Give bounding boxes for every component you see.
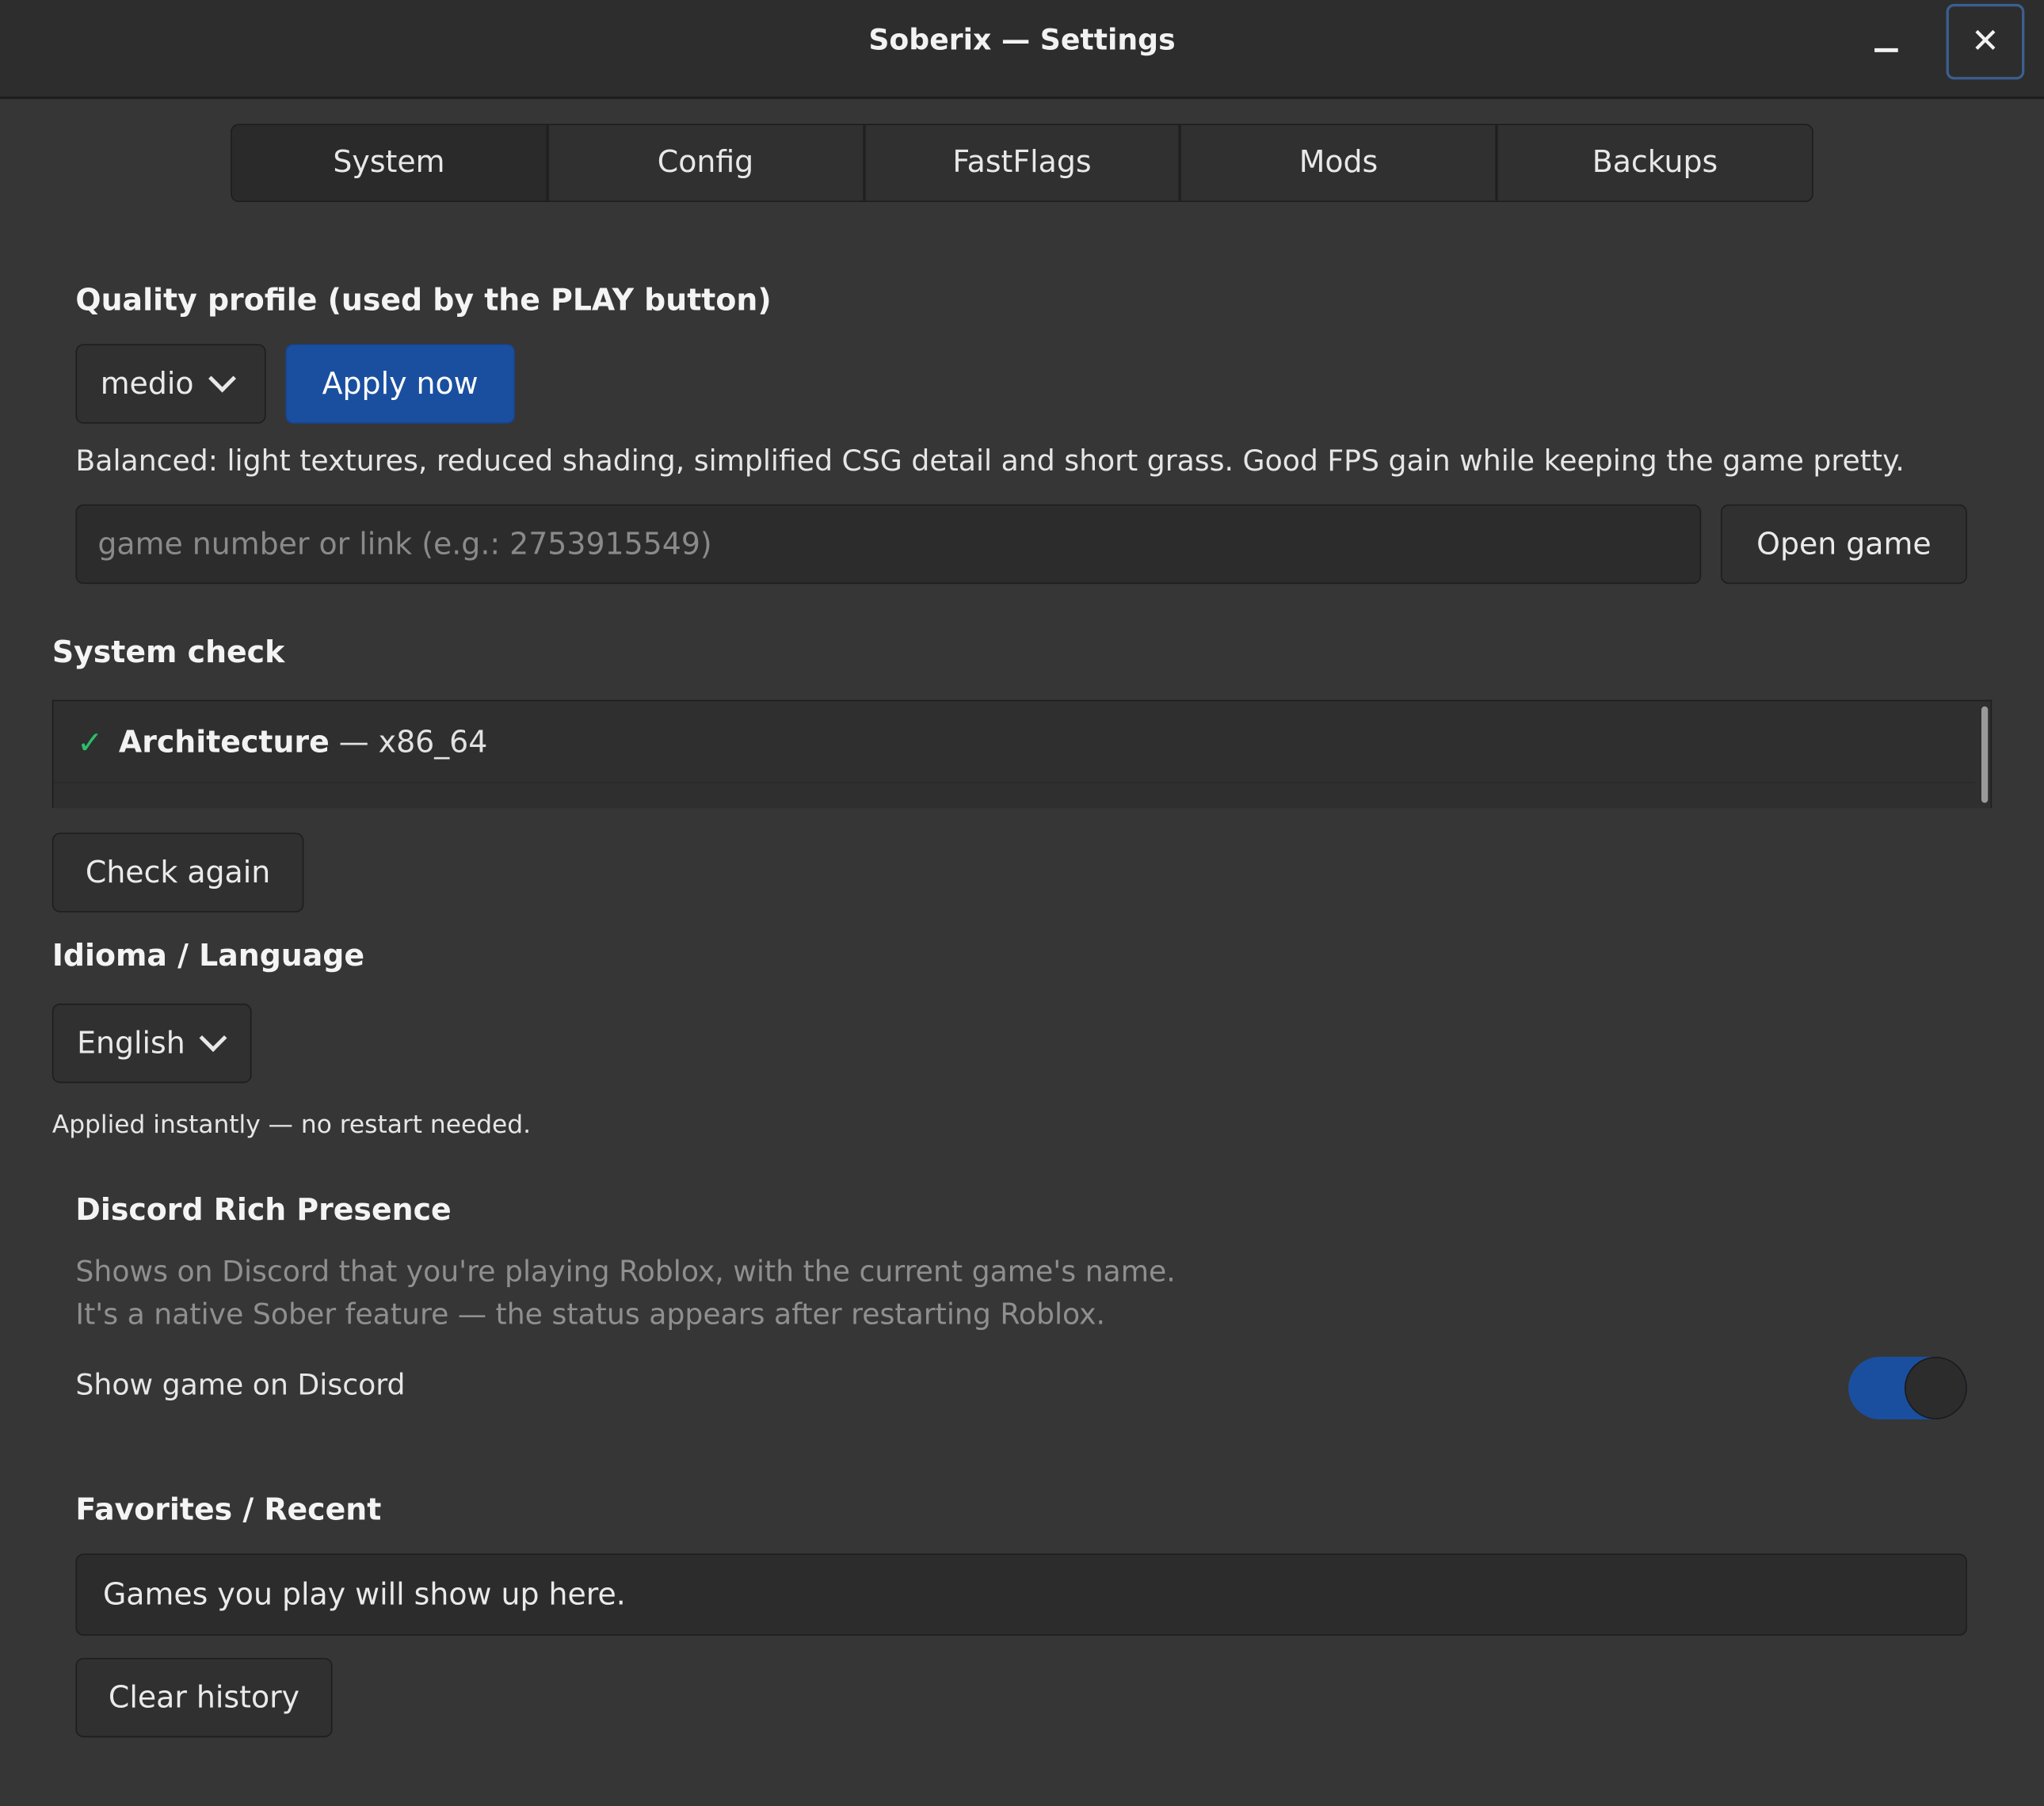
tab-backups[interactable]: Backups [1498,125,1812,200]
recent-games-empty-text: Games you play will show up here. [102,1577,626,1612]
discord-description-line1: Shows on Discord that you're playing Rob… [75,1256,1176,1290]
language-dropdown[interactable]: English [51,1003,252,1084]
clear-history-button[interactable]: Clear history [75,1657,333,1738]
discord-toggle-label: Show game on Discord [75,1370,406,1403]
apply-now-button[interactable]: Apply now [285,344,515,424]
window-title: Soberix — Settings [868,25,1176,58]
toggle-knob [1904,1356,1967,1419]
language-heading: Idioma / Language [51,939,365,974]
discord-heading: Discord Rich Presence [75,1194,452,1228]
settings-window: Soberix — Settings ✕ System Config FastF… [0,0,2044,1806]
divider [53,782,1975,783]
open-game-button[interactable]: Open game [1720,504,1967,585]
tab-mods[interactable]: Mods [1181,124,1498,201]
system-check-heading: System check [51,635,285,670]
close-button[interactable]: ✕ [1946,3,2025,80]
check-icon: ✓ [77,724,104,761]
check-item-text: Architecture — x86_64 [119,726,487,760]
minimize-icon [1874,48,1898,51]
tab-config[interactable]: Config [548,124,865,201]
language-note: Applied instantly — no restart needed. [51,1110,532,1140]
check-item-name: Architecture [118,726,330,760]
favorites-heading: Favorites / Recent [75,1493,382,1528]
discord-description-line2: It's a native Sober feature — the status… [75,1299,1106,1332]
game-input-placeholder: game number or link (e.g.: 2753915549) [97,527,712,562]
language-value: English [77,1026,185,1061]
game-input[interactable]: game number or link (e.g.: 2753915549) [75,504,1702,585]
check-item-value: x86_64 [378,726,488,760]
list-item: ✓ Architecture — x86_64 [77,725,487,761]
discord-toggle[interactable] [1848,1356,1967,1419]
quality-profile-dropdown[interactable]: medio [75,344,266,424]
tab-bar: System Config FastFlags Mods Backups [231,124,1813,203]
quality-profile-description: Balanced: light textures, reduced shadin… [75,445,1905,478]
tab-system[interactable]: System [231,124,549,201]
title-bar: Soberix — Settings ✕ [0,0,2044,100]
quality-profile-value: medio [100,367,194,401]
chevron-down-icon [199,1024,227,1053]
system-check-list[interactable]: ✓ Architecture — x86_64 [51,699,1993,809]
recent-games-list: Games you play will show up here. [75,1553,1967,1636]
scrollbar[interactable] [1981,706,1989,803]
tab-fastflags[interactable]: FastFlags [865,124,1182,201]
check-item-separator: — [329,726,379,760]
check-again-button[interactable]: Check again [51,833,304,913]
chevron-down-icon [208,364,236,393]
quality-profile-heading: Quality profile (used by the PLAY button… [75,284,772,318]
close-icon: ✕ [1970,21,2000,62]
minimize-button[interactable] [1848,4,1926,79]
